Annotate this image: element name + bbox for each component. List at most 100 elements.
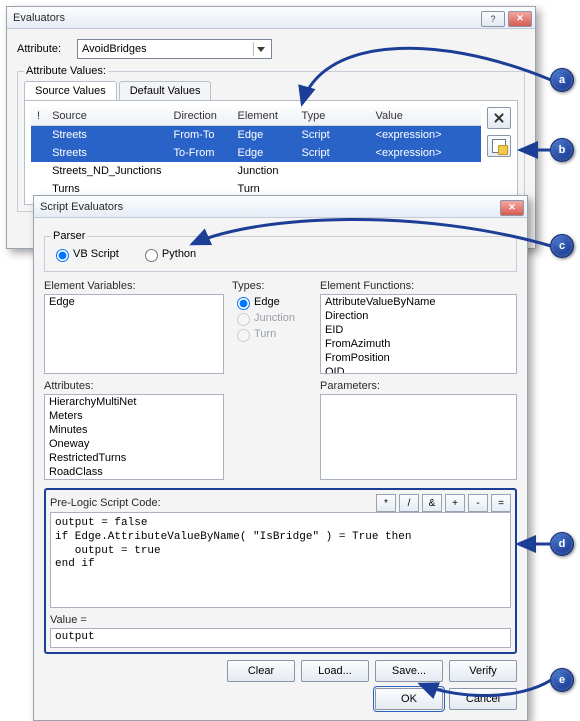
attributes-label: Attributes: — [44, 380, 224, 392]
cell-type: Script — [296, 144, 370, 162]
list-item[interactable]: OID — [321, 365, 516, 374]
cell-direction: To-From — [168, 144, 232, 162]
chevron-down-icon — [253, 42, 267, 56]
list-item[interactable]: Meters — [45, 409, 223, 423]
cell-type: Script — [296, 126, 370, 145]
col-direction[interactable]: Direction — [168, 107, 232, 126]
parameters-label: Parameters: — [320, 380, 517, 392]
parameters-list[interactable] — [320, 394, 517, 480]
cell-value: <expression> — [370, 126, 481, 145]
list-item[interactable]: Edge — [45, 295, 223, 309]
callout-a: a — [550, 68, 574, 92]
callout-c: c — [550, 234, 574, 258]
radio-type-edge[interactable]: Edge — [232, 294, 294, 310]
script-evaluators-dialog: Script Evaluators ✕ Parser VB Script Pyt… — [33, 195, 528, 721]
delete-button[interactable] — [487, 107, 511, 129]
cell-type — [296, 162, 370, 180]
list-item[interactable]: RestrictedTurns — [45, 451, 223, 465]
cell-element: Edge — [232, 144, 296, 162]
list-item[interactable]: FromPosition — [321, 351, 516, 365]
parser-group: Parser VB Script Python — [44, 230, 517, 272]
list-item[interactable]: AttributeValueByName — [321, 295, 516, 309]
cell-element: Edge — [232, 126, 296, 145]
verify-button[interactable]: Verify — [449, 660, 517, 682]
table-row[interactable]: StreetsFrom-ToEdgeScript<expression> — [31, 126, 481, 145]
table-row[interactable]: Streets_ND_Junctions Junction — [31, 162, 481, 180]
list-item[interactable]: Oneway — [45, 437, 223, 451]
cell-indicator — [31, 144, 46, 162]
list-item[interactable]: FromAzimuth — [321, 337, 516, 351]
prelogic-section: Pre-Logic Script Code: */&+-= output = f… — [44, 488, 517, 654]
close-icon — [493, 112, 505, 124]
attribute-values-group: Attribute Values: Source Values Default … — [17, 65, 525, 212]
title-bar: Script Evaluators ✕ — [34, 196, 527, 218]
radio-type-junction: Junction — [232, 310, 294, 326]
cell-value — [370, 162, 481, 180]
list-item[interactable]: HierarchyMultiNet — [45, 395, 223, 409]
properties-button[interactable] — [487, 135, 511, 157]
attribute-label: Attribute: — [17, 43, 77, 55]
ok-button[interactable]: OK — [375, 688, 443, 710]
list-item[interactable]: TravelTime — [45, 479, 223, 480]
radio-python[interactable]: Python — [140, 246, 196, 262]
list-item[interactable]: EID — [321, 323, 516, 337]
value-label: Value = — [50, 614, 511, 626]
prelogic-code[interactable]: output = false if Edge.AttributeValueByN… — [50, 512, 511, 608]
callout-e: e — [550, 668, 574, 692]
operator-button[interactable]: / — [399, 494, 419, 512]
list-item[interactable]: RoadClass — [45, 465, 223, 479]
attribute-values-label: Attribute Values: — [24, 65, 108, 77]
tab-default-values[interactable]: Default Values — [119, 81, 212, 100]
operator-button[interactable]: + — [445, 494, 465, 512]
operator-button[interactable]: - — [468, 494, 488, 512]
list-item[interactable]: Minutes — [45, 423, 223, 437]
cell-direction: From-To — [168, 126, 232, 145]
load-button[interactable]: Load... — [301, 660, 369, 682]
help-button[interactable]: ? — [481, 11, 505, 27]
title-bar: Evaluators ? ✕ — [7, 7, 535, 29]
col-type[interactable]: Type — [296, 107, 370, 126]
save-button[interactable]: Save... — [375, 660, 443, 682]
operator-button[interactable]: = — [491, 494, 511, 512]
element-variables-list[interactable]: Edge — [44, 294, 224, 374]
dialog-title: Evaluators — [7, 12, 481, 24]
cell-indicator — [31, 126, 46, 145]
close-button[interactable]: ✕ — [500, 200, 524, 216]
cell-source: Streets — [46, 126, 167, 145]
tab-source-values[interactable]: Source Values — [24, 81, 117, 100]
callout-d: d — [550, 532, 574, 556]
operator-button[interactable]: & — [422, 494, 442, 512]
radio-type-turn: Turn — [232, 326, 294, 342]
types-label: Types: — [232, 280, 312, 292]
dialog-title: Script Evaluators — [34, 201, 500, 213]
list-item[interactable]: Direction — [321, 309, 516, 323]
table-row[interactable]: StreetsTo-FromEdgeScript<expression> — [31, 144, 481, 162]
element-functions-list[interactable]: AttributeValueByNameDirectionEIDFromAzim… — [320, 294, 517, 374]
radio-vbscript-input[interactable] — [56, 249, 69, 262]
cell-element: Junction — [232, 162, 296, 180]
col-element[interactable]: Element — [232, 107, 296, 126]
cancel-button[interactable]: Cancel — [449, 688, 517, 710]
cell-source: Streets_ND_Junctions — [46, 162, 167, 180]
close-button[interactable]: ✕ — [508, 11, 532, 27]
col-value[interactable]: Value — [370, 107, 481, 126]
col-indicator[interactable]: ! — [31, 107, 46, 126]
middle-button-row: Clear Load... Save... Verify — [44, 660, 517, 682]
parser-label: Parser — [51, 230, 87, 242]
value-expression[interactable]: output — [50, 628, 511, 648]
clear-button[interactable]: Clear — [227, 660, 295, 682]
cell-value: <expression> — [370, 144, 481, 162]
sources-table[interactable]: ! Source Direction Element Type Value St… — [31, 107, 481, 198]
radio-python-input[interactable] — [145, 249, 158, 262]
radio-vbscript[interactable]: VB Script — [51, 246, 119, 262]
cell-direction — [168, 162, 232, 180]
attributes-list[interactable]: HierarchyMultiNetMetersMinutesOnewayRest… — [44, 394, 224, 480]
col-source[interactable]: Source — [46, 107, 167, 126]
properties-icon — [492, 139, 506, 153]
attribute-combo[interactable]: AvoidBridges — [77, 39, 272, 59]
element-functions-label: Element Functions: — [320, 280, 517, 292]
operator-button[interactable]: * — [376, 494, 396, 512]
attribute-value: AvoidBridges — [82, 43, 147, 55]
element-variables-label: Element Variables: — [44, 280, 224, 292]
cell-indicator — [31, 162, 46, 180]
